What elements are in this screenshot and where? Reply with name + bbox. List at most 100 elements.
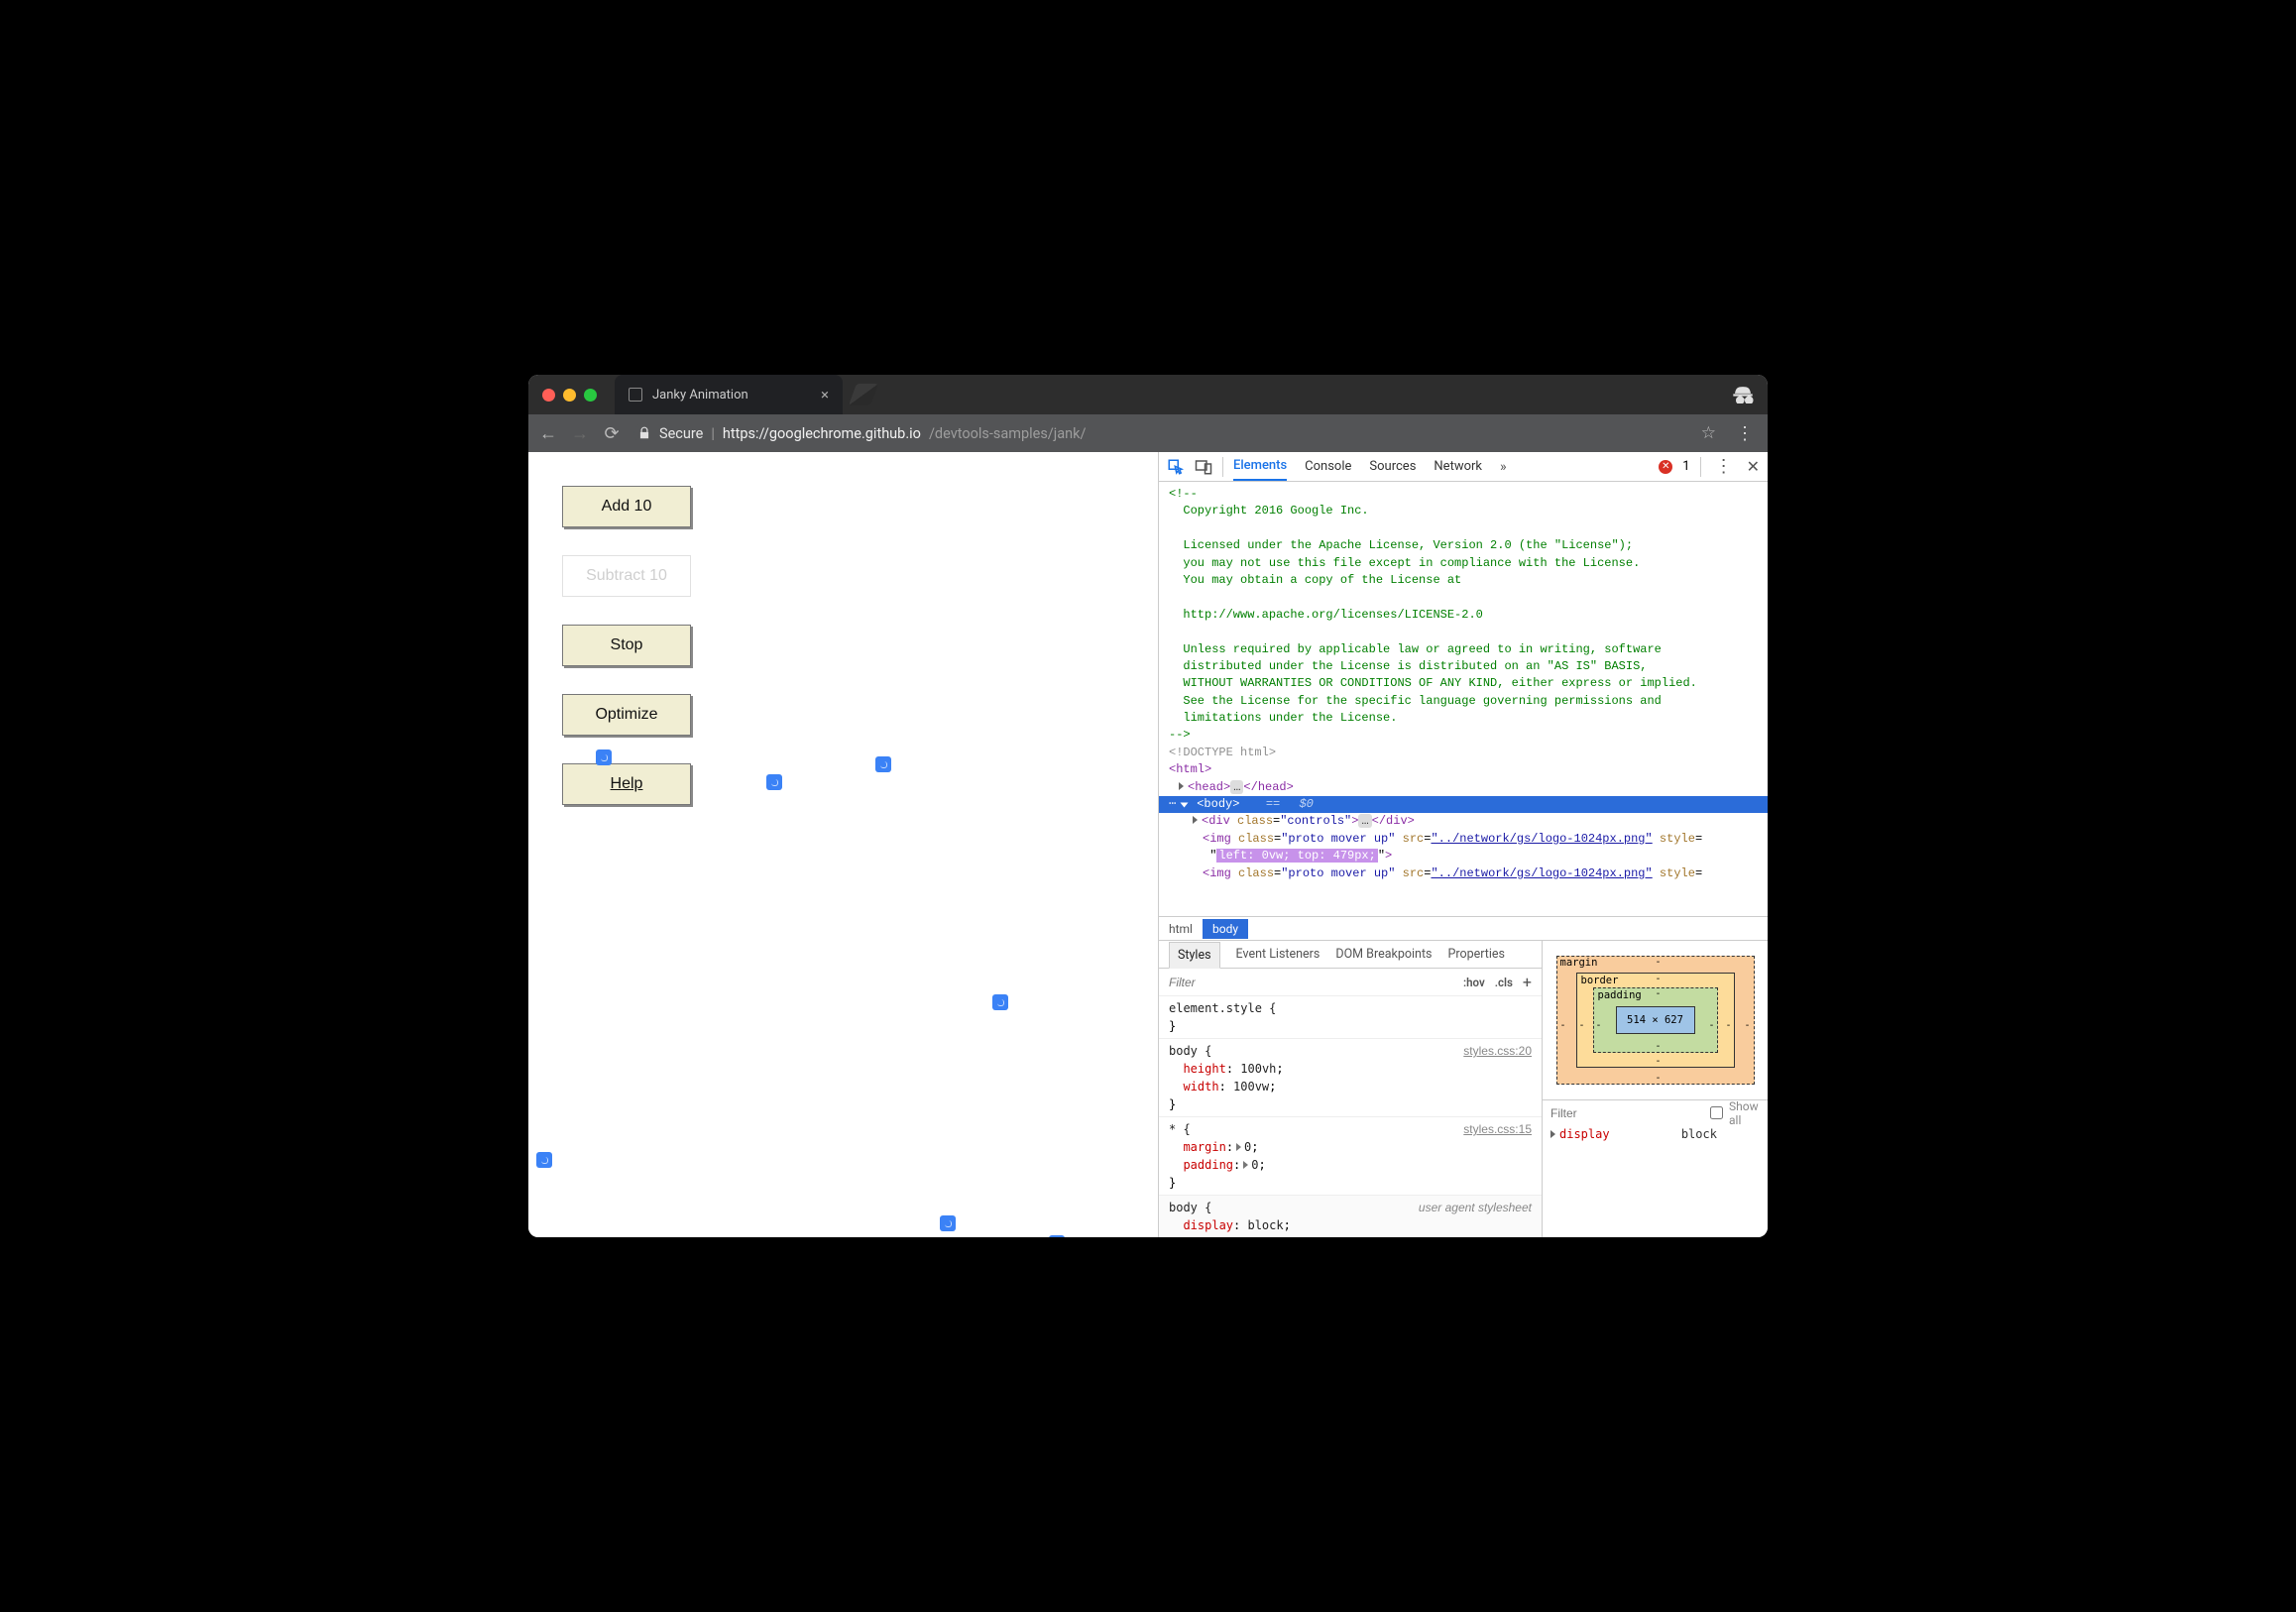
hov-toggle[interactable]: :hov [1463,976,1485,989]
tab-styles[interactable]: Styles [1169,942,1220,969]
cls-toggle[interactable]: .cls [1495,976,1513,989]
browser-window: Janky Animation × ← → ⟳ Secure | https:/… [528,375,1768,1237]
body-selected-line[interactable]: ⋯<body> == $0 [1159,796,1768,813]
controls: Add 10 Subtract 10 Stop Optimize Help [528,452,1158,839]
comment-line: See the License for the specific languag… [1159,693,1768,710]
comment-line: Licensed under the Apache License, Versi… [1159,537,1768,554]
address-separator: | [711,425,715,442]
close-window-icon[interactable] [542,389,555,402]
comment-line: Unless required by applicable law or agr… [1159,641,1768,658]
source-link[interactable]: styles.css:20 [1463,1042,1532,1060]
browser-menu-button[interactable]: ⋮ [1732,423,1758,444]
computed-panel: margin - - - - border - - - - [1542,941,1768,1237]
toolbar-divider [1700,457,1701,477]
breadcrumb: html body [1159,916,1768,940]
comment-line [1159,520,1768,537]
computed-filter-input[interactable] [1550,1106,1704,1120]
tab-console[interactable]: Console [1305,453,1351,480]
comment-line: distributed under the License is distrib… [1159,658,1768,675]
html-open-line[interactable]: <html> [1159,761,1768,778]
crumb-html[interactable]: html [1159,919,1203,939]
show-all-label: Show all [1729,1099,1760,1127]
new-style-rule-button[interactable]: + [1523,973,1532,991]
div-controls-line[interactable]: <div class="controls">…</div> [1159,813,1768,830]
comment-line: you may not use this file except in comp… [1159,555,1768,572]
page: Add 10 Subtract 10 Stop Optimize Help [528,452,1158,1237]
source-link[interactable]: styles.css:15 [1463,1120,1532,1138]
tab-sources[interactable]: Sources [1369,453,1416,480]
comment-line: You may obtain a copy of the License at [1159,572,1768,589]
tabs-overflow-icon[interactable]: » [1500,459,1507,475]
doctype-line[interactable]: <!DOCTYPE html> [1159,745,1768,761]
computed-list[interactable]: display block [1543,1125,1768,1237]
device-toggle-icon[interactable] [1195,458,1212,476]
styles-filter-input[interactable] [1169,976,1453,989]
tab-properties[interactable]: Properties [1447,947,1505,962]
computed-filter-bar: Show all [1543,1099,1768,1125]
traffic-lights [542,389,597,402]
error-count-icon[interactable]: ✕ [1659,460,1672,474]
sprite-icon [596,749,612,765]
tab-dom-breakpoints[interactable]: DOM Breakpoints [1335,947,1432,962]
secure-label: Secure [659,425,703,442]
styles-filter-bar: :hov .cls + [1159,969,1542,996]
tab-title: Janky Animation [652,388,748,403]
sprite-icon [766,774,782,790]
content-area: Add 10 Subtract 10 Stop Optimize Help El… [528,452,1768,1237]
address-host: https://googlechrome.github.io [723,425,921,442]
reload-button[interactable]: ⟳ [602,423,622,444]
comment-line: http://www.apache.org/licenses/LICENSE-2… [1159,607,1768,624]
tab-network[interactable]: Network [1434,453,1482,480]
comment-line: --> [1159,727,1768,744]
elements-tree[interactable]: <!-- Copyright 2016 Google Inc. Licensed… [1159,482,1768,916]
styles-panel: Styles Event Listeners DOM Breakpoints P… [1159,941,1542,1237]
crumb-body[interactable]: body [1203,919,1248,939]
incognito-icon [1732,386,1754,403]
close-tab-icon[interactable]: × [821,386,829,403]
sprite-icon [875,756,891,772]
comment-line: Copyright 2016 Google Inc. [1159,503,1768,519]
add-button[interactable]: Add 10 [562,486,691,527]
stop-button[interactable]: Stop [562,625,691,666]
inspect-element-icon[interactable] [1167,458,1185,476]
comment-line [1159,624,1768,640]
toolbar-divider [1222,457,1223,477]
tab-event-listeners[interactable]: Event Listeners [1236,947,1320,962]
devtools-panel: Elements Console Sources Network » ✕ 1 ⋮… [1158,452,1768,1237]
img-line-2[interactable]: <img class="proto mover up" src="../netw… [1159,865,1768,882]
styles-tabs: Styles Event Listeners DOM Breakpoints P… [1159,941,1542,969]
comment-line: WITHOUT WARRANTIES OR CONDITIONS OF ANY … [1159,675,1768,692]
titlebar: Janky Animation × [528,375,1768,414]
toolbar: ← → ⟳ Secure | https://googlechrome.gith… [528,414,1768,452]
error-count: 1 [1682,459,1689,474]
bookmark-star-icon[interactable]: ☆ [1701,423,1716,443]
browser-tab[interactable]: Janky Animation × [615,375,843,414]
devtools-menu-button[interactable]: ⋮ [1711,456,1737,477]
comment-line: <!-- [1159,486,1768,503]
maximize-window-icon[interactable] [584,389,597,402]
sprite-icon [940,1215,956,1231]
new-tab-button[interactable] [849,384,878,405]
optimize-button[interactable]: Optimize [562,694,691,736]
back-button[interactable]: ← [538,423,558,444]
help-button[interactable]: Help [562,763,691,805]
sprite-icon [1049,1235,1065,1237]
head-line[interactable]: <head>…</head> [1159,779,1768,796]
img-line-1[interactable]: <img class="proto mover up" src="../netw… [1159,831,1768,865]
sprite-icon [536,1152,552,1168]
tab-elements[interactable]: Elements [1233,452,1287,481]
devtools-tabs: Elements Console Sources Network » [1233,452,1507,481]
box-model[interactable]: margin - - - - border - - - - [1543,941,1768,1099]
devtools-toolbar: Elements Console Sources Network » ✕ 1 ⋮… [1159,452,1768,482]
page-icon [629,388,642,402]
devtools-lower-pane: Styles Event Listeners DOM Breakpoints P… [1159,940,1768,1237]
sprite-icon [992,994,1008,1010]
show-all-checkbox[interactable] [1710,1106,1723,1119]
subtract-button: Subtract 10 [562,555,691,597]
lock-icon [637,426,651,440]
address-bar[interactable]: Secure | https://googlechrome.github.io/… [633,423,1720,443]
devtools-close-button[interactable]: ✕ [1747,457,1760,476]
minimize-window-icon[interactable] [563,389,576,402]
styles-body[interactable]: element.style {} styles.css:20 body { he… [1159,996,1542,1237]
comment-line [1159,589,1768,606]
